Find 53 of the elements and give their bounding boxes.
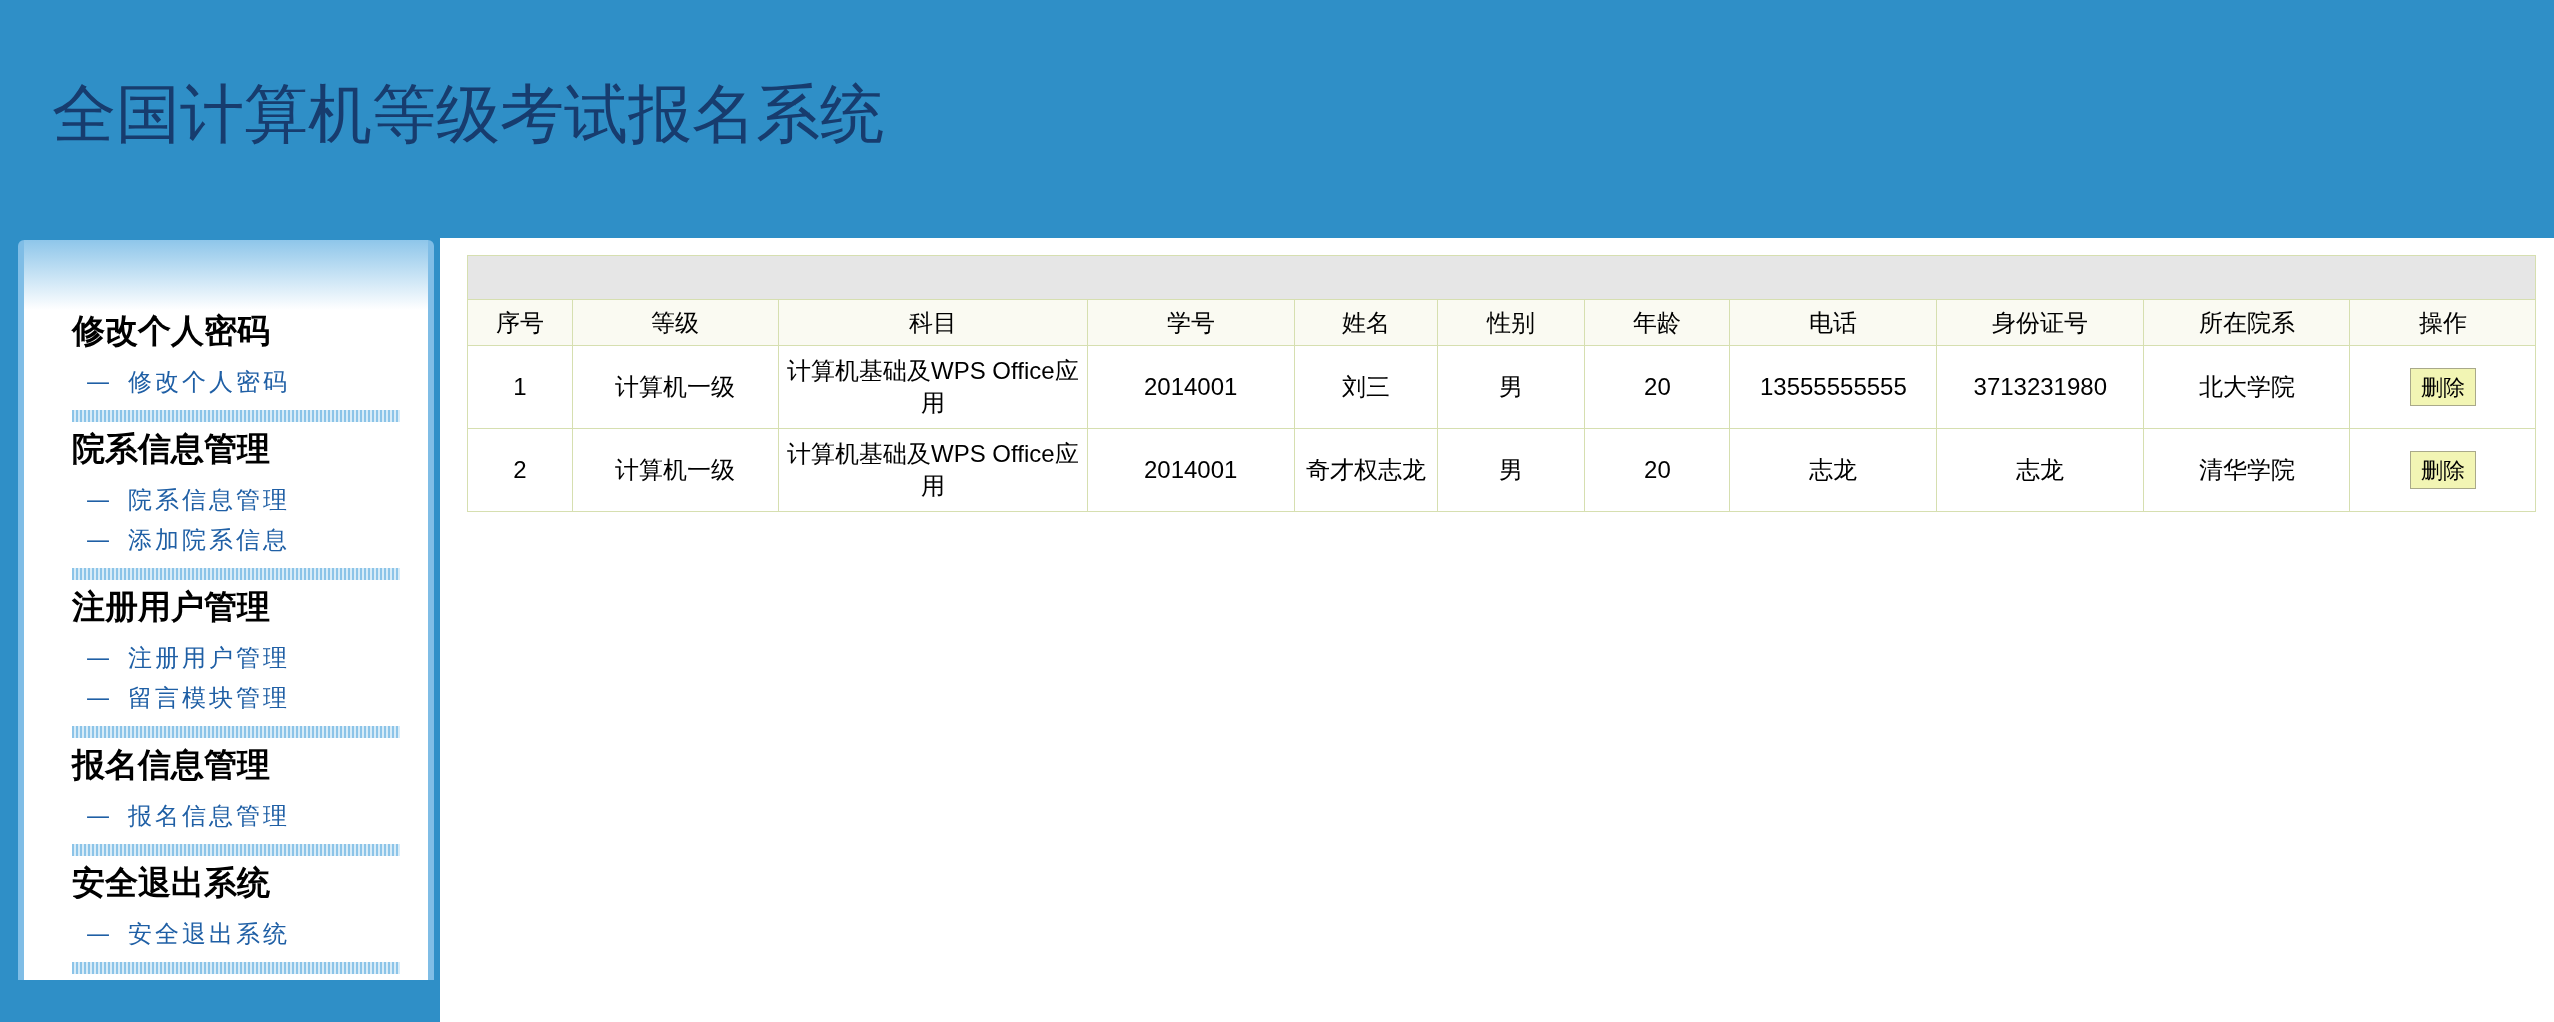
delete-button[interactable]: 删除	[2409, 368, 2476, 406]
column-header: 身份证号	[1937, 300, 2145, 345]
table-cell: 男	[1437, 346, 1586, 428]
page-title: 全国计算机等级考试报名系统	[52, 76, 884, 153]
menu-group-title: 修改个人密码	[72, 310, 271, 352]
table-cell: 志龙	[1937, 429, 2145, 511]
delete-button[interactable]: 删除	[2409, 451, 2476, 489]
dash-bullet: —	[86, 643, 110, 674]
column-header: 姓名	[1294, 300, 1438, 345]
table-cell: 2	[468, 429, 573, 511]
menu-link[interactable]: 报名信息管理	[128, 798, 290, 834]
table-cell: 计算机基础及WPS Office应用	[778, 429, 1088, 511]
table-cell: 20	[1585, 429, 1731, 511]
table-cell: 2014001	[1087, 346, 1295, 428]
table-cell: 13555555555	[1730, 346, 1938, 428]
dash-bullet: —	[86, 683, 110, 714]
table-cell: 奇才权志龙	[1294, 429, 1438, 511]
table-cell: 男	[1437, 429, 1586, 511]
menu-link[interactable]: 注册用户管理	[128, 640, 290, 676]
table-cell: 计算机基础及WPS Office应用	[778, 346, 1088, 428]
menu-group-title: 安全退出系统	[72, 862, 271, 904]
column-header: 序号	[468, 300, 573, 345]
table-cell: 志龙	[1730, 429, 1938, 511]
table-cell: 计算机一级	[572, 346, 779, 428]
column-header: 科目	[778, 300, 1088, 345]
table-cell: 2014001	[1087, 429, 1295, 511]
dash-bullet: —	[86, 367, 110, 398]
column-header: 年龄	[1585, 300, 1731, 345]
dash-bullet: —	[86, 801, 110, 832]
table-cell: 20	[1585, 346, 1731, 428]
dash-bullet: —	[86, 525, 110, 556]
menu-link[interactable]: 院系信息管理	[128, 482, 290, 518]
menu-link[interactable]: 安全退出系统	[128, 916, 290, 952]
table-cell: 北大学院	[2144, 346, 2351, 428]
dash-bullet: —	[86, 485, 110, 516]
table-cell: 3713231980	[1937, 346, 2145, 428]
table-cell: 计算机一级	[572, 429, 779, 511]
column-header: 操作	[2417, 307, 2468, 338]
menu-group-title: 院系信息管理	[72, 428, 271, 470]
column-header: 性别	[1437, 300, 1586, 345]
table-cell: 清华学院	[2144, 429, 2351, 511]
menu-link[interactable]: 留言模块管理	[128, 680, 290, 716]
menu-group-title: 报名信息管理	[72, 744, 271, 786]
column-header: 学号	[1087, 300, 1295, 345]
table-cell: 1	[468, 346, 573, 428]
column-header: 等级	[572, 300, 779, 345]
dash-bullet: —	[86, 919, 110, 950]
menu-link[interactable]: 修改个人密码	[128, 364, 290, 400]
menu-group-title: 注册用户管理	[72, 586, 271, 628]
menu-link[interactable]: 添加院系信息	[128, 522, 290, 558]
table-cell: 刘三	[1294, 346, 1438, 428]
column-header: 所在院系	[2144, 300, 2351, 345]
column-header: 电话	[1730, 300, 1938, 345]
